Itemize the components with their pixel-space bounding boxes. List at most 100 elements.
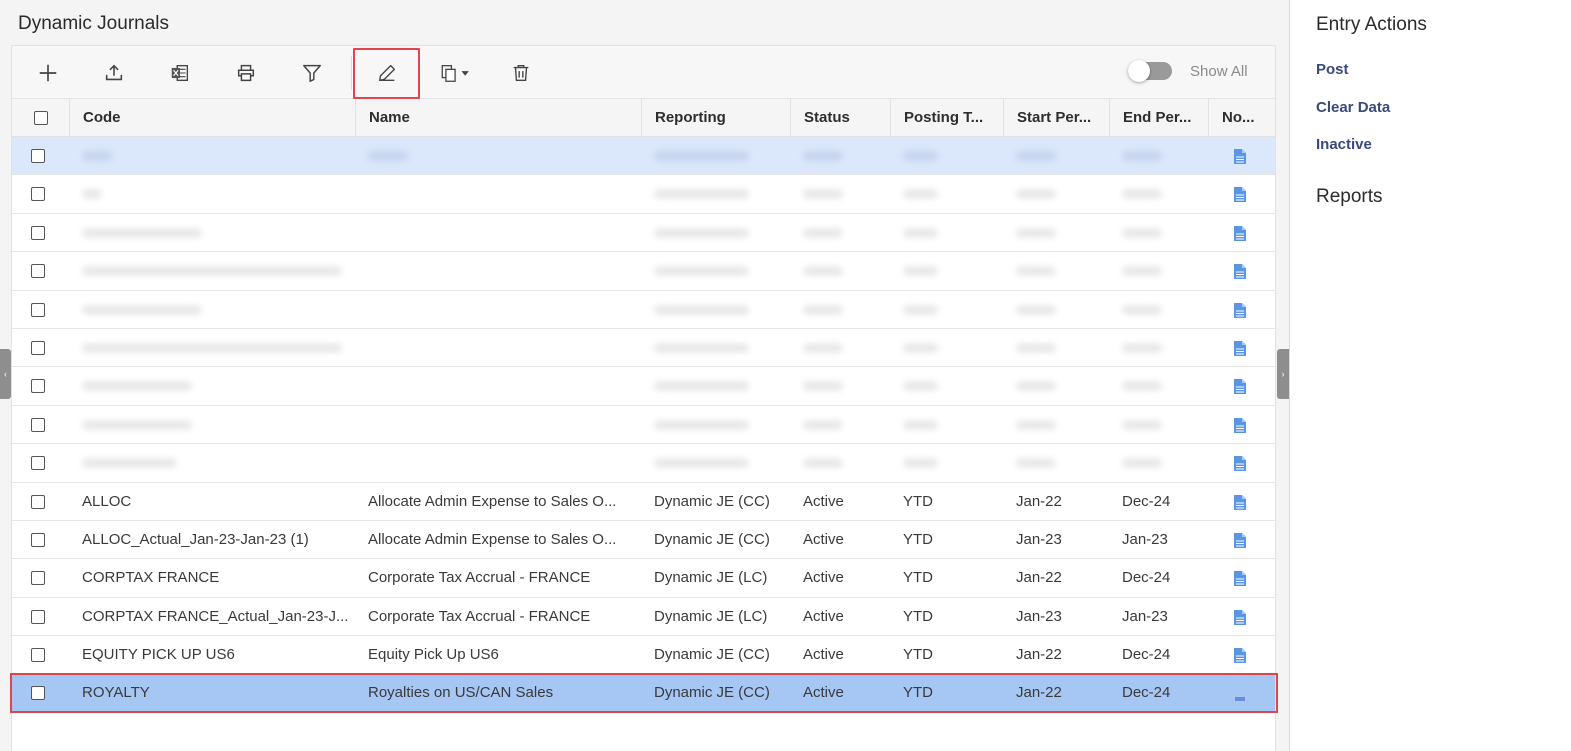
table-row[interactable] [12,213,1275,253]
post-link[interactable]: Post [1316,61,1349,78]
notes-doc-icon[interactable] [1233,340,1247,357]
row-checkbox[interactable] [31,340,45,355]
notes-doc-icon[interactable] [1233,378,1247,395]
redacted-cell [1016,304,1056,315]
row-checkbox[interactable] [31,149,45,163]
select-all-checkbox[interactable] [34,111,48,125]
column-header[interactable]: Reporting [641,99,790,137]
table-row[interactable]: CORPTAX FRANCE Corporate Tax Accrual - FR… [12,559,1275,598]
table-row[interactable] [12,290,1275,329]
cell-end: Dec-24 [1122,569,1171,587]
row-checkbox[interactable] [31,264,45,279]
notes-doc-icon[interactable] [1233,570,1247,587]
cell-name: Corporate Tax Accrual - FRANCE [368,569,591,587]
upload-icon [105,64,123,81]
column-header[interactable]: Posting T... [890,99,1003,137]
column-header[interactable]: No... [1208,99,1275,137]
cell-code: ALLOC_Actual_Jan-23-Jan-23 (1) [82,530,309,548]
journal-grid: Code Name Reporting Status Posting T... Start… [12,99,1275,713]
export-excel-button[interactable] [162,56,198,90]
redacted-cell [1122,304,1162,315]
row-checkbox[interactable] [31,609,45,624]
cell-posting: YTD [903,530,933,548]
row-checkbox[interactable] [31,648,45,663]
notes-doc-icon[interactable] [1233,532,1247,549]
redacted-cell [1122,151,1162,161]
column-header[interactable]: Status [790,99,890,137]
cell-reporting: Dynamic JE (CC) [654,646,770,664]
copy-dropdown-button[interactable] [432,56,480,90]
redacted-cell [903,227,938,238]
notes-doc-icon[interactable] [1233,647,1247,664]
table-row[interactable]: ALLOC Allocate Admin Expense to Sales O..… [12,482,1275,521]
filter-button[interactable] [294,56,330,90]
row-checkbox[interactable] [31,225,45,240]
cell-end: Dec-24 [1122,492,1171,510]
cell-posting: YTD [903,492,933,510]
row-checkbox[interactable] [31,532,45,547]
row-checkbox[interactable] [31,187,45,202]
notes-doc-icon[interactable] [1233,263,1247,280]
redacted-cell [1122,381,1162,392]
table-row[interactable] [12,137,1275,176]
delete-button[interactable] [503,56,539,90]
clear-data-link[interactable]: Clear Data [1316,99,1390,116]
collapse-left-handle[interactable]: ‹ [0,349,11,399]
cell-name: Allocate Admin Expense to Sales O... [368,492,617,510]
redacted-cell [1122,458,1162,469]
table-row[interactable]: CORPTAX FRANCE_Actual_Jan-23-J... Corpora… [12,597,1275,637]
notes-doc-icon[interactable] [1233,455,1247,472]
cell-name: Allocate Admin Expense to Sales O... [368,530,617,548]
inactive-link[interactable]: Inactive [1316,136,1372,153]
toggle-knob [1128,60,1150,82]
cell-reporting: Dynamic JE (CC) [654,492,770,510]
table-row[interactable]: EQUITY PICK UP US6 Equity Pick Up US6 Dyna… [12,636,1275,675]
notes-doc-icon[interactable] [1233,417,1247,434]
add-button[interactable] [30,56,66,90]
table-row[interactable] [12,328,1275,368]
column-header[interactable]: Start Per... [1003,99,1109,137]
table-row[interactable] [12,444,1275,483]
table-row[interactable] [12,252,1275,291]
column-header[interactable]: End Per... [1109,99,1208,137]
show-all-toggle-group: Show All [1128,60,1248,82]
redacted-cell [1016,342,1056,353]
notes-doc-icon[interactable] [1233,494,1247,511]
show-all-toggle[interactable] [1128,60,1172,82]
row-checkbox[interactable] [31,302,45,317]
cell-code: ALLOC [82,492,132,510]
redacted-cell [1016,381,1056,392]
notes-doc-icon[interactable] [1233,148,1247,165]
table-row[interactable]: ALLOC_Actual_Jan-23-Jan-23 (1) Allocate A… [12,520,1275,560]
row-checkbox[interactable] [31,417,45,432]
row-checkbox[interactable] [31,571,45,586]
notes-doc-icon[interactable] [1233,302,1247,319]
notes-doc-icon[interactable] [1233,225,1247,242]
table-row[interactable] [12,405,1275,445]
redacted-cell [803,266,843,277]
column-header[interactable]: Code [69,99,355,137]
redacted-cell [803,151,843,161]
redacted-cell [1122,419,1162,430]
plus-icon [39,64,57,82]
column-header[interactable]: Name [355,99,641,137]
row-checkbox[interactable] [31,494,45,509]
show-all-label: Show All [1190,62,1248,80]
upload-button[interactable] [96,56,132,90]
table-row[interactable] [12,367,1275,406]
notes-doc-icon[interactable] [1233,186,1247,203]
redacted-cell [654,189,749,200]
collapse-right-handle[interactable]: › [1277,349,1289,399]
row-checkbox[interactable] [31,456,45,471]
page: Dynamic Journals Show All Code Name Repo… [0,0,1571,751]
cell-start: Jan-23 [1016,607,1062,625]
table-row[interactable] [12,175,1275,214]
redacted-cell [82,458,177,469]
print-button[interactable] [228,56,264,90]
row-checkbox[interactable] [31,379,45,394]
notes-doc-icon[interactable] [1233,609,1247,626]
main-area: Dynamic Journals Show All Code Name Repo… [0,0,1289,751]
redacted-cell [1016,151,1056,161]
cell-code: EQUITY PICK UP US6 [82,646,235,664]
redacted-cell [803,227,843,238]
